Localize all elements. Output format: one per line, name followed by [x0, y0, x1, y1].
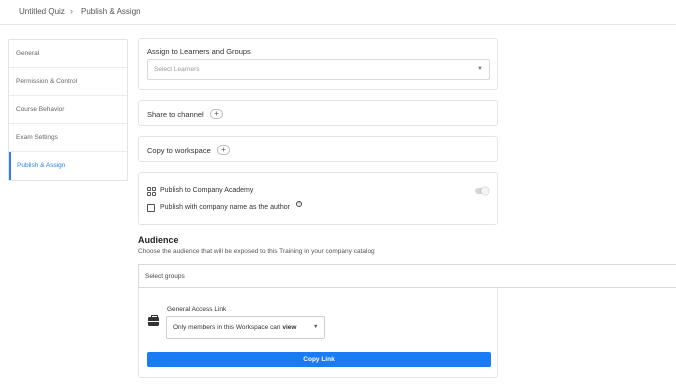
caret-down-icon: ▼ — [477, 66, 483, 72]
top-breadcrumb-bar: Untitled Quiz › Publish & Assign — [0, 0, 676, 25]
sidebar-item-general[interactable]: General — [9, 40, 127, 68]
sidebar-item-exam-settings[interactable]: Exam Settings — [9, 124, 127, 152]
share-channel-card: Share to channel + — [138, 100, 498, 126]
general-access-label: General Access Link — [167, 306, 227, 313]
assign-card: Assign to Learners and Groups Select Lea… — [138, 38, 498, 90]
author-checkbox[interactable] — [147, 204, 155, 212]
audience-description: Choose the audience that will be exposed… — [138, 248, 375, 255]
general-access-card: General Access Link Only members in this… — [138, 288, 498, 378]
select-learners-dropdown[interactable]: Select Learners ▼ — [147, 59, 490, 80]
copy-workspace-add-button[interactable]: + — [217, 145, 230, 155]
audience-title: Audience — [138, 235, 179, 245]
sidebar-item-permission-control[interactable]: Permission & Control — [9, 68, 127, 96]
copy-link-button[interactable]: Copy Link — [147, 352, 491, 367]
select-learners-placeholder: Select Learners — [154, 66, 200, 73]
author-label: Publish with company name as the author — [160, 204, 290, 211]
sidebar-item-course-behavior[interactable]: Course Behavior — [9, 96, 127, 124]
select-groups-placeholder: Select groups — [145, 273, 185, 280]
select-groups-dropdown[interactable]: Select groups — [138, 264, 676, 288]
share-channel-add-button[interactable]: + — [210, 109, 223, 119]
share-channel-label: Share to channel — [147, 110, 204, 119]
copy-workspace-card: Copy to workspace + — [138, 136, 498, 162]
settings-sidebar: General Permission & Control Course Beha… — [8, 39, 128, 181]
breadcrumb-quiz[interactable]: Untitled Quiz — [19, 7, 65, 16]
chevron-right-icon: › — [70, 6, 73, 16]
company-academy-card: Publish to Company Academy Publish with … — [138, 172, 498, 225]
briefcase-icon — [148, 315, 159, 326]
grid-apps-icon — [147, 187, 156, 196]
publish-academy-label: Publish to Company Academy — [160, 187, 254, 194]
permission-value: view — [282, 324, 297, 331]
sidebar-item-publish-assign[interactable]: Publish & Assign — [9, 152, 127, 180]
permission-text: Only members in this Workspace can view — [173, 324, 297, 331]
info-icon[interactable]: ? — [296, 201, 302, 207]
copy-workspace-label: Copy to workspace — [147, 146, 211, 155]
access-permission-dropdown[interactable]: Only members in this Workspace can view … — [166, 316, 325, 339]
publish-academy-toggle[interactable] — [475, 187, 489, 195]
caret-down-icon: ▼ — [313, 324, 319, 330]
breadcrumb-current: Publish & Assign — [81, 7, 141, 16]
assign-title: Assign to Learners and Groups — [147, 47, 251, 56]
